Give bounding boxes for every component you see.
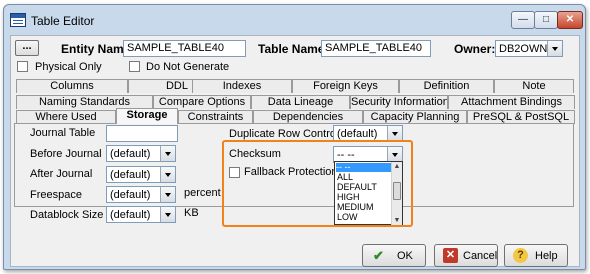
entity-name-field[interactable]: SAMPLE_TABLE40 — [123, 40, 246, 57]
browse-button[interactable]: ... — [15, 40, 39, 56]
tab-note[interactable]: Note — [494, 79, 574, 93]
checksum-option[interactable]: ALL — [337, 173, 353, 182]
table-editor-icon — [10, 13, 26, 27]
table-name-label: Table Name: — [258, 42, 329, 56]
do-not-generate-checkbox[interactable] — [129, 61, 140, 72]
chevron-down-icon[interactable] — [160, 167, 175, 182]
checksum-dropdown-list[interactable]: -- -- ALL DEFAULT HIGH MEDIUM LOW ▲ ▼ — [334, 161, 403, 226]
dropdown-scrollbar[interactable]: ▲ ▼ — [391, 162, 402, 226]
before-journal-value: (default) — [110, 148, 151, 160]
tab-indexes[interactable]: Indexes — [192, 79, 292, 93]
physical-only-label: Physical Only — [35, 61, 102, 73]
tab-columns[interactable]: Columns — [16, 79, 128, 93]
physical-only-checkbox[interactable] — [17, 61, 28, 72]
checksum-value: -- -- — [337, 149, 355, 161]
tab-dependencies[interactable]: Dependencies — [253, 110, 363, 124]
datablock-size-label: Datablock Size — [30, 209, 104, 221]
ok-button[interactable]: ✔ OK — [362, 244, 426, 267]
tab-definition[interactable]: Definition — [399, 79, 494, 93]
tab-attachment-bindings[interactable]: Attachment Bindings — [448, 95, 575, 109]
datablock-size-select[interactable]: (default) — [106, 206, 176, 223]
checksum-option[interactable]: -- -- — [336, 163, 391, 172]
scroll-thumb[interactable] — [393, 182, 401, 200]
help-button[interactable]: ? Help — [504, 244, 568, 267]
tab-foreign-keys[interactable]: Foreign Keys — [292, 79, 399, 93]
cancel-button[interactable]: ✕ Cancel — [434, 244, 498, 267]
datablock-size-unit: KB — [184, 207, 199, 219]
chevron-down-icon[interactable] — [387, 126, 402, 141]
check-icon: ✔ — [373, 248, 384, 263]
owner-select[interactable]: DB2OWN99 — [495, 40, 563, 57]
tab-security-information[interactable]: Security Information — [350, 95, 448, 109]
checksum-option[interactable]: MEDIUM — [337, 203, 374, 212]
close-button[interactable]: ✕ — [557, 11, 583, 29]
duplicate-row-control-value: (default) — [337, 128, 378, 140]
journal-table-label: Journal Table — [30, 127, 96, 139]
scroll-down-icon[interactable]: ▼ — [392, 216, 402, 226]
checksum-option[interactable]: DEFAULT — [337, 183, 377, 192]
journal-table-field[interactable] — [106, 125, 178, 142]
freespace-unit: percent — [184, 187, 221, 199]
question-icon: ? — [513, 248, 528, 263]
freespace-value: (default) — [110, 189, 151, 201]
checksum-option[interactable]: LOW — [337, 213, 358, 222]
before-journal-select[interactable]: (default) — [106, 145, 176, 162]
owner-label: Owner: — [454, 42, 496, 56]
fallback-protection-label: Fallback Protection — [244, 166, 338, 178]
chevron-down-icon[interactable] — [547, 41, 562, 56]
maximize-button[interactable]: □ — [534, 11, 558, 29]
chevron-down-icon[interactable] — [387, 147, 402, 162]
after-journal-select[interactable]: (default) — [106, 166, 176, 183]
tab-constraints[interactable]: Constraints — [178, 110, 253, 124]
freespace-label: Freespace — [30, 189, 82, 201]
freespace-select[interactable]: (default) — [106, 186, 176, 203]
datablock-size-value: (default) — [110, 209, 151, 221]
scroll-up-icon[interactable]: ▲ — [392, 162, 402, 172]
duplicate-row-control-select[interactable]: (default) — [333, 125, 403, 142]
cancel-button-label: Cancel — [463, 250, 498, 262]
minimize-button[interactable]: — — [511, 11, 535, 29]
tab-data-lineage[interactable]: Data Lineage — [251, 95, 350, 109]
table-name-field[interactable]: SAMPLE_TABLE40 — [321, 40, 431, 57]
fallback-protection-checkbox[interactable] — [229, 167, 240, 178]
checksum-option[interactable]: HIGH — [337, 193, 360, 202]
help-button-label: Help — [535, 250, 558, 262]
chevron-down-icon[interactable] — [160, 187, 175, 202]
chevron-down-icon[interactable] — [160, 207, 175, 222]
chevron-down-icon[interactable] — [160, 146, 175, 161]
tab-capacity-planning[interactable]: Capacity Planning — [363, 110, 467, 124]
tab-storage[interactable]: Storage — [116, 108, 178, 124]
checksum-label: Checksum — [229, 148, 281, 160]
before-journal-label: Before Journal — [30, 148, 102, 160]
tab-presql-postsql[interactable]: PreSQL & PostSQL — [467, 110, 575, 124]
tab-compare-options[interactable]: Compare Options — [153, 95, 251, 109]
duplicate-row-control-label: Duplicate Row Control — [229, 128, 339, 140]
ok-button-label: OK — [397, 250, 413, 262]
after-journal-label: After Journal — [30, 168, 93, 180]
window-title: Table Editor — [31, 14, 95, 28]
x-icon: ✕ — [443, 248, 458, 263]
tab-naming-standards[interactable]: Naming Standards — [16, 95, 153, 109]
title-bar[interactable]: Table Editor — □ ✕ — [4, 5, 585, 35]
after-journal-value: (default) — [110, 169, 151, 181]
tab-where-used[interactable]: Where Used — [16, 110, 116, 124]
do-not-generate-label: Do Not Generate — [146, 61, 230, 73]
